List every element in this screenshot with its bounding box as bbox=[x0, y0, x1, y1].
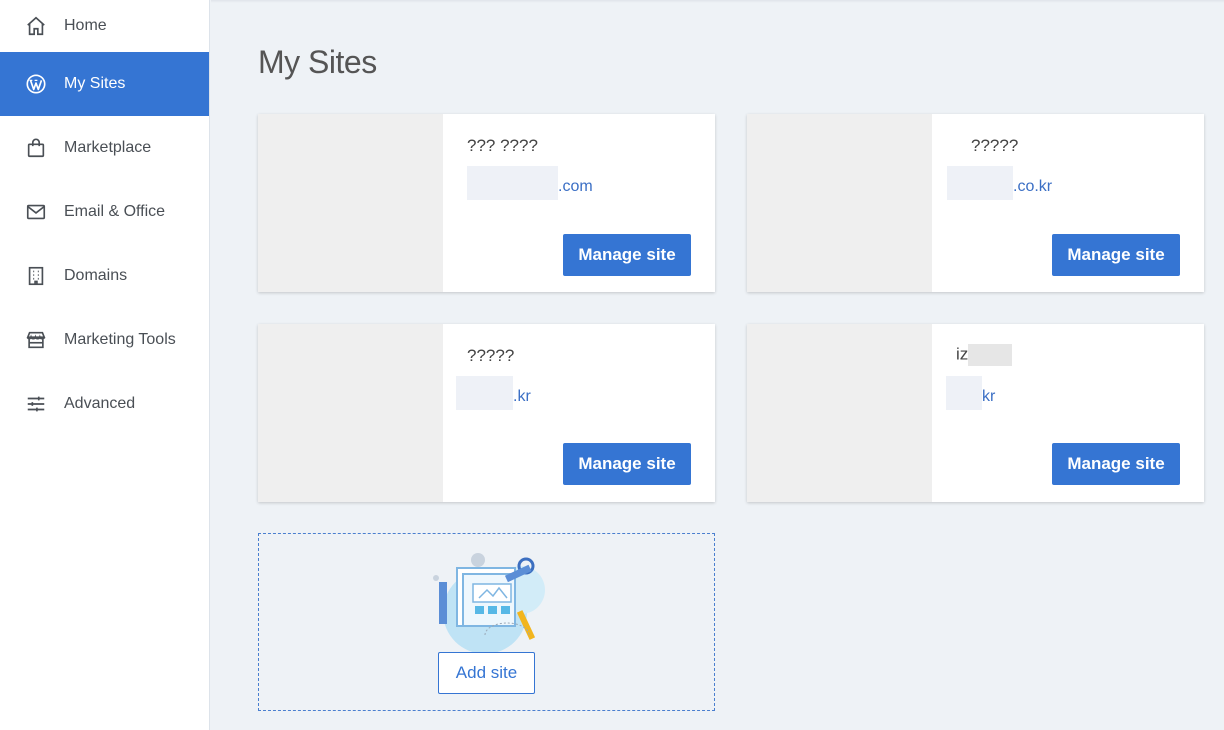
redacted-block bbox=[947, 166, 1013, 200]
manage-site-button[interactable]: Manage site bbox=[563, 443, 691, 485]
sidebar: Home My Sites Marketplace Email & Office… bbox=[0, 0, 210, 730]
main-content: My Sites ??? ???? .com Manage site ?????… bbox=[211, 0, 1224, 730]
sidebar-item-label: Home bbox=[64, 17, 107, 34]
sidebar-item-label: Advanced bbox=[64, 395, 136, 412]
website-builder-illustration-icon bbox=[433, 553, 545, 654]
sidebar-item-label: Email & Office bbox=[64, 203, 166, 220]
site-url-suffix: .co.kr bbox=[1013, 178, 1053, 196]
sidebar-item-label: Domains bbox=[64, 267, 128, 284]
add-site-panel[interactable]: Add site bbox=[258, 533, 715, 711]
sidebar-item-label: My Sites bbox=[64, 75, 126, 92]
sidebar-item-my-sites[interactable]: My Sites bbox=[0, 52, 209, 116]
sliders-icon bbox=[24, 392, 48, 416]
site-thumbnail bbox=[258, 114, 443, 292]
shopping-bag-icon bbox=[24, 136, 48, 160]
site-name: iz bbox=[956, 344, 1013, 366]
sidebar-item-label: Marketing Tools bbox=[64, 331, 176, 348]
site-thumbnail bbox=[747, 114, 932, 292]
storefront-icon bbox=[24, 328, 48, 352]
site-url[interactable]: .kr bbox=[456, 376, 531, 410]
building-icon bbox=[24, 264, 48, 288]
site-name: ????? bbox=[467, 346, 515, 365]
site-url[interactable]: .com bbox=[467, 166, 593, 200]
sidebar-item-home[interactable]: Home bbox=[0, 0, 209, 52]
site-url[interactable]: .co.kr bbox=[947, 166, 1053, 200]
site-thumbnail bbox=[747, 324, 932, 502]
wordpress-icon bbox=[24, 72, 48, 96]
site-url-suffix: .kr bbox=[513, 388, 531, 406]
manage-site-button[interactable]: Manage site bbox=[563, 234, 691, 276]
site-name: ??? ???? bbox=[467, 136, 538, 155]
home-icon bbox=[24, 14, 48, 38]
manage-site-button[interactable]: Manage site bbox=[1052, 443, 1180, 485]
sidebar-item-advanced[interactable]: Advanced bbox=[0, 372, 209, 436]
sidebar-item-label: Marketplace bbox=[64, 139, 152, 156]
manage-site-button[interactable]: Manage site bbox=[1052, 234, 1180, 276]
site-card: iz kr Manage site bbox=[747, 324, 1204, 502]
sidebar-item-marketplace[interactable]: Marketplace bbox=[0, 116, 209, 180]
sidebar-item-marketing-tools[interactable]: Marketing Tools bbox=[0, 308, 209, 372]
redacted-block bbox=[946, 376, 982, 410]
sidebar-item-email-office[interactable]: Email & Office bbox=[0, 180, 209, 244]
top-shadow bbox=[211, 0, 1224, 3]
redacted-block bbox=[456, 376, 513, 410]
redacted-block bbox=[467, 166, 558, 200]
site-url[interactable]: kr bbox=[946, 376, 996, 410]
site-url-suffix: .com bbox=[558, 178, 593, 196]
site-card: ????? .co.kr Manage site bbox=[747, 114, 1204, 292]
site-card: ??? ???? .com Manage site bbox=[258, 114, 715, 292]
site-thumbnail bbox=[258, 324, 443, 502]
add-site-button[interactable]: Add site bbox=[438, 652, 535, 694]
sidebar-item-domains[interactable]: Domains bbox=[0, 244, 209, 308]
redacted-block bbox=[968, 344, 1013, 366]
site-card: ????? .kr Manage site bbox=[258, 324, 715, 502]
site-url-suffix: kr bbox=[982, 388, 996, 406]
page-title: My Sites bbox=[258, 44, 377, 80]
site-name: ????? bbox=[971, 136, 1019, 155]
envelope-icon bbox=[24, 200, 48, 224]
